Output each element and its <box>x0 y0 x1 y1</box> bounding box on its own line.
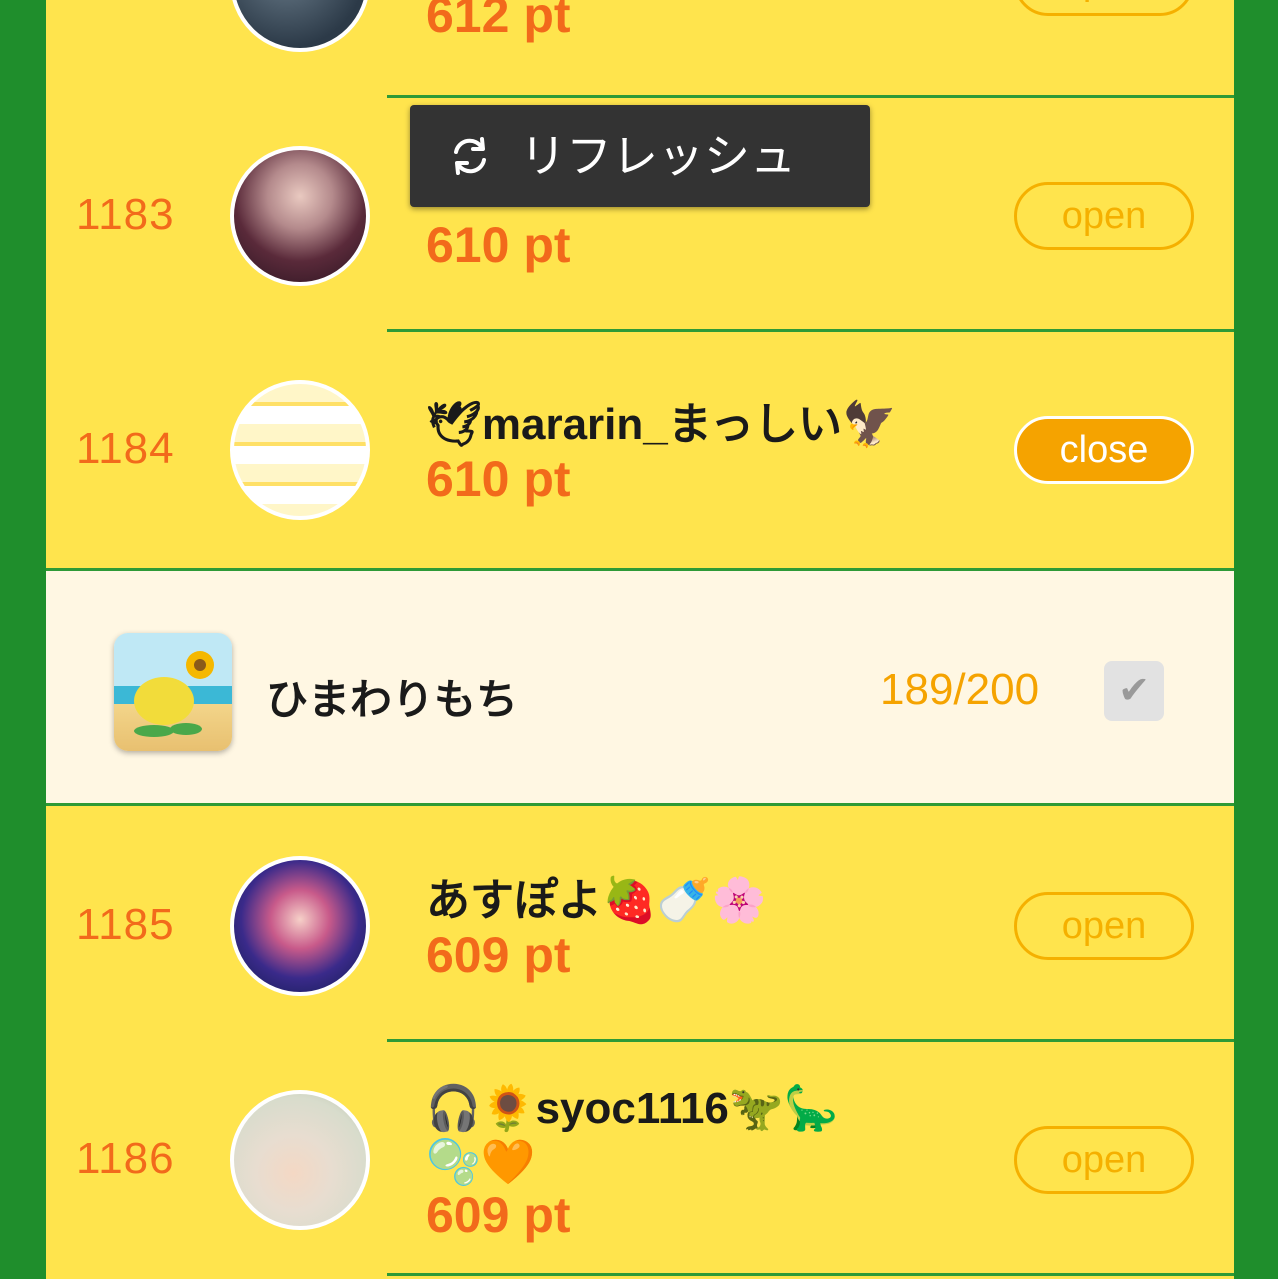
user-name: 🕊mararin_まっしい🦅 <box>426 400 897 449</box>
ranking-row: 1184 🕊mararin_まっしい🦅 610 pt close <box>46 332 1234 566</box>
points-label: 610 pt <box>426 451 571 507</box>
check-icon[interactable]: ✔ <box>1104 661 1164 721</box>
progress-count: 189/200 <box>880 665 1040 714</box>
refresh-tooltip[interactable]: リフレッシュ <box>410 105 870 207</box>
sunflower-mochi-icon <box>134 651 214 737</box>
rank-number: 1183 <box>76 190 175 239</box>
avatar[interactable] <box>230 380 370 520</box>
refresh-icon <box>454 136 486 175</box>
my-name: ひまわりもち <box>266 676 519 723</box>
ranking-row: 1185 あすぽよ🍓🍼🌸 609 pt open <box>46 808 1234 1042</box>
rank-number: 1184 <box>76 424 175 473</box>
avatar[interactable] <box>230 0 370 52</box>
user-name-line2: 🫧🧡 <box>426 1138 536 1187</box>
open-button[interactable]: open <box>1014 1126 1194 1194</box>
points-label: 612 pt <box>426 0 571 43</box>
open-button[interactable]: open <box>1014 892 1194 960</box>
points-label: 609 pt <box>426 1187 571 1243</box>
avatar[interactable] <box>230 146 370 286</box>
rank-number: 1186 <box>76 1134 175 1183</box>
close-button[interactable]: close <box>1014 416 1194 484</box>
ranking-row: 1186 🎧🌻syoc1116🦖🦕 🫧🧡 609 pt open <box>46 1042 1234 1276</box>
avatar[interactable] <box>230 856 370 996</box>
my-avatar <box>114 633 232 751</box>
refresh-label: リフレッシュ <box>520 130 796 182</box>
points-label: 609 pt <box>426 927 571 983</box>
open-button[interactable]: open <box>1014 182 1194 250</box>
ranking-row: 612 pt open <box>46 0 1234 98</box>
avatar[interactable] <box>230 1090 370 1230</box>
rank-number: 1185 <box>76 900 175 949</box>
open-button[interactable]: open <box>1014 0 1194 16</box>
points-label: 610 pt <box>426 217 571 273</box>
divider <box>387 1273 1234 1276</box>
user-name: あすぽよ🍓🍼🌸 <box>426 876 767 925</box>
user-name: 🎧🌻syoc1116🦖🦕 <box>426 1084 839 1133</box>
my-status-row: ひまわりもち 189/200 ✔ <box>46 568 1234 806</box>
